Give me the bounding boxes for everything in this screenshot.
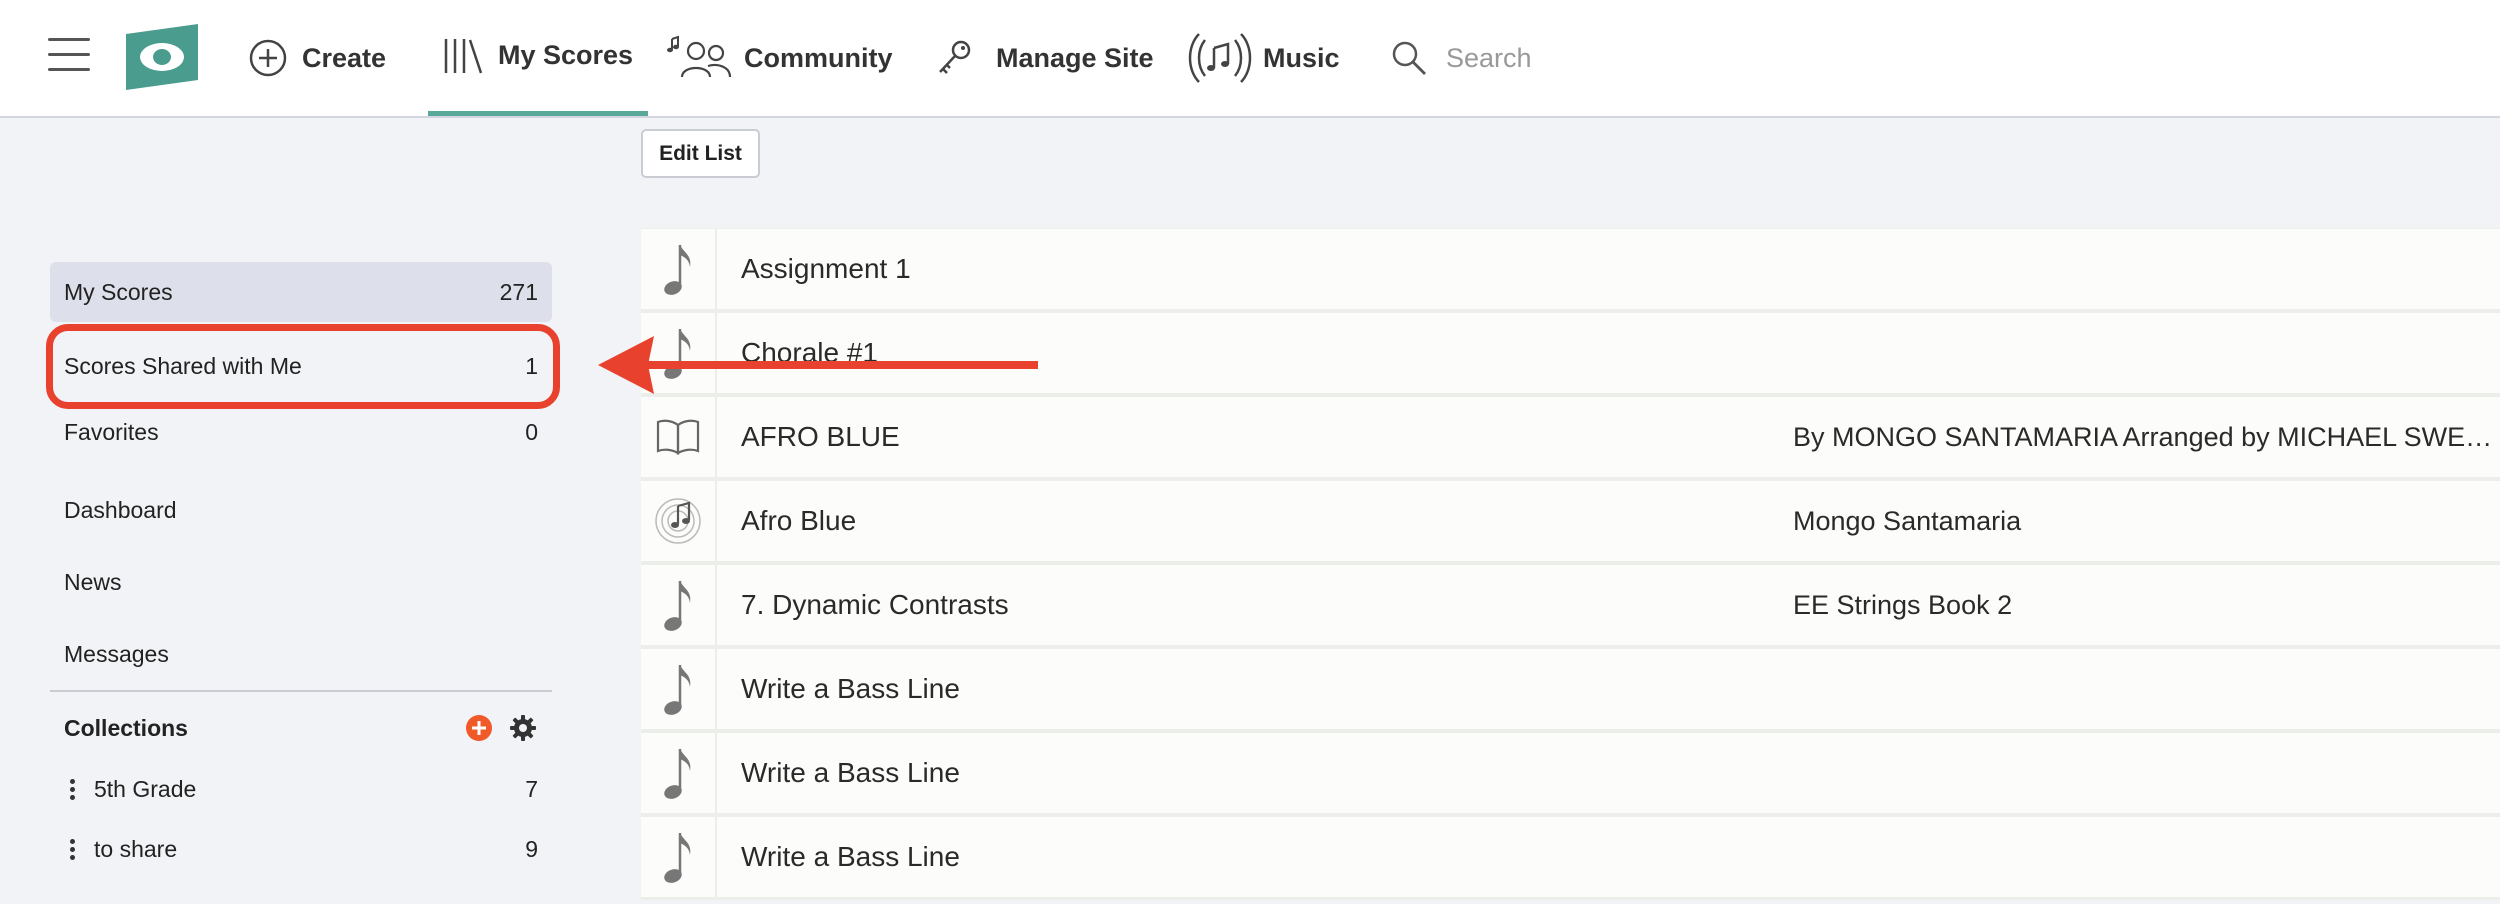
gear-icon[interactable] <box>508 713 538 743</box>
score-title: Write a Bass Line <box>741 673 960 704</box>
score-row[interactable]: Assignment 1 <box>641 228 2500 312</box>
sidebar-divider <box>50 690 552 692</box>
score-row[interactable]: AFRO BLUE By MONGO SANTAMARIA Arranged b… <box>641 396 2500 480</box>
music-note-icon <box>641 649 717 729</box>
sidebar-item-label: My Scores <box>64 278 173 305</box>
add-circle-icon[interactable] <box>464 713 494 743</box>
score-list: Assignment 1 Chorale #1 AFRO BLUE By MON… <box>641 228 2500 900</box>
nav-create[interactable]: Create <box>248 0 386 116</box>
sidebar-item-count: 271 <box>499 278 538 305</box>
score-row[interactable]: Write a Bass Line <box>641 732 2500 816</box>
sidebar-item-label: Favorites <box>64 418 159 445</box>
sidebar-item-label: News <box>64 568 122 595</box>
nav-my-scores[interactable]: My Scores <box>428 0 648 116</box>
collection-item-to-share[interactable]: to share 9 <box>50 820 552 878</box>
audio-note-icon <box>641 481 717 561</box>
nav-manage-site-label: Manage Site <box>996 42 1154 73</box>
library-icon <box>444 38 483 73</box>
score-row[interactable]: Afro Blue Mongo Santamaria <box>641 480 2500 564</box>
sidebar-item-count: 1 <box>525 352 538 379</box>
score-title: Chorale #1 <box>741 337 878 368</box>
sidebar-item-label: Dashboard <box>64 496 177 523</box>
music-note-icon <box>641 817 717 897</box>
music-note-icon <box>641 733 717 813</box>
sidebar-item-scores-shared-with-me[interactable]: Scores Shared with Me 1 <box>50 336 552 396</box>
sidebar-item-label: Messages <box>64 640 169 667</box>
app-logo[interactable] <box>126 24 198 90</box>
sidebar-item-messages[interactable]: Messages <box>50 624 552 684</box>
music-note-icon <box>641 313 717 393</box>
score-row[interactable]: 7. Dynamic Contrasts EE Strings Book 2 <box>641 564 2500 648</box>
score-title: Write a Bass Line <box>741 757 960 788</box>
nav-create-label: Create <box>302 42 387 73</box>
music-note-icon <box>641 565 717 645</box>
music-radio-icon <box>1188 33 1252 83</box>
collection-name: to share <box>94 835 178 862</box>
score-row[interactable]: Chorale #1 <box>641 312 2500 396</box>
kebab-menu-icon[interactable] <box>64 778 80 800</box>
music-note-icon <box>641 229 717 309</box>
edit-list-button[interactable]: Edit List <box>641 129 760 178</box>
collection-name: 5th Grade <box>94 775 197 802</box>
sidebar-item-count: 0 <box>525 418 538 445</box>
nav-community[interactable]: Community <box>666 0 893 116</box>
nav-music[interactable]: Music <box>1185 0 1340 116</box>
sidebar-item-favorites[interactable]: Favorites 0 <box>50 402 552 462</box>
score-title: AFRO BLUE <box>741 421 900 452</box>
score-title: 7. Dynamic Contrasts <box>741 589 1009 620</box>
key-icon <box>939 40 971 74</box>
collections-header: Collections <box>50 700 552 756</box>
collection-count: 7 <box>525 775 538 802</box>
nav-my-scores-label: My Scores <box>498 40 634 70</box>
top-navigation-bar: Create My Scores Community Manage Site M… <box>0 0 2500 118</box>
collections-title: Collections <box>64 714 188 741</box>
people-music-icon <box>667 35 732 78</box>
score-title: Assignment 1 <box>741 253 911 284</box>
score-author: EE Strings Book 2 <box>1793 589 2013 620</box>
plus-circle-icon <box>249 39 287 77</box>
sidebar-item-my-scores[interactable]: My Scores 271 <box>50 262 552 322</box>
score-title: Afro Blue <box>741 505 857 536</box>
score-title: Write a Bass Line <box>741 841 960 872</box>
hamburger-menu-icon[interactable] <box>48 38 90 72</box>
score-author: By MONGO SANTAMARIA Arranged by MICHAEL … <box>1793 421 2493 452</box>
score-author: Mongo Santamaria <box>1793 505 2022 536</box>
kebab-menu-icon[interactable] <box>64 838 80 860</box>
score-row[interactable]: Write a Bass Line <box>641 648 2500 732</box>
sidebar-item-news[interactable]: News <box>50 552 552 612</box>
nav-community-label: Community <box>744 42 893 73</box>
sidebar-item-label: Scores Shared with Me <box>64 352 302 379</box>
search-input[interactable] <box>1446 42 1866 74</box>
nav-manage-site[interactable]: Manage Site <box>934 0 1154 116</box>
collection-item-5th-grade[interactable]: 5th Grade 7 <box>50 760 552 818</box>
collection-count: 9 <box>525 835 538 862</box>
search-icon[interactable] <box>1390 39 1428 77</box>
sidebar-item-dashboard[interactable]: Dashboard <box>50 480 552 540</box>
book-icon <box>641 397 717 477</box>
score-row[interactable]: Write a Bass Line <box>641 816 2500 900</box>
nav-music-label: Music <box>1263 42 1340 73</box>
search-bar <box>1390 34 1866 82</box>
